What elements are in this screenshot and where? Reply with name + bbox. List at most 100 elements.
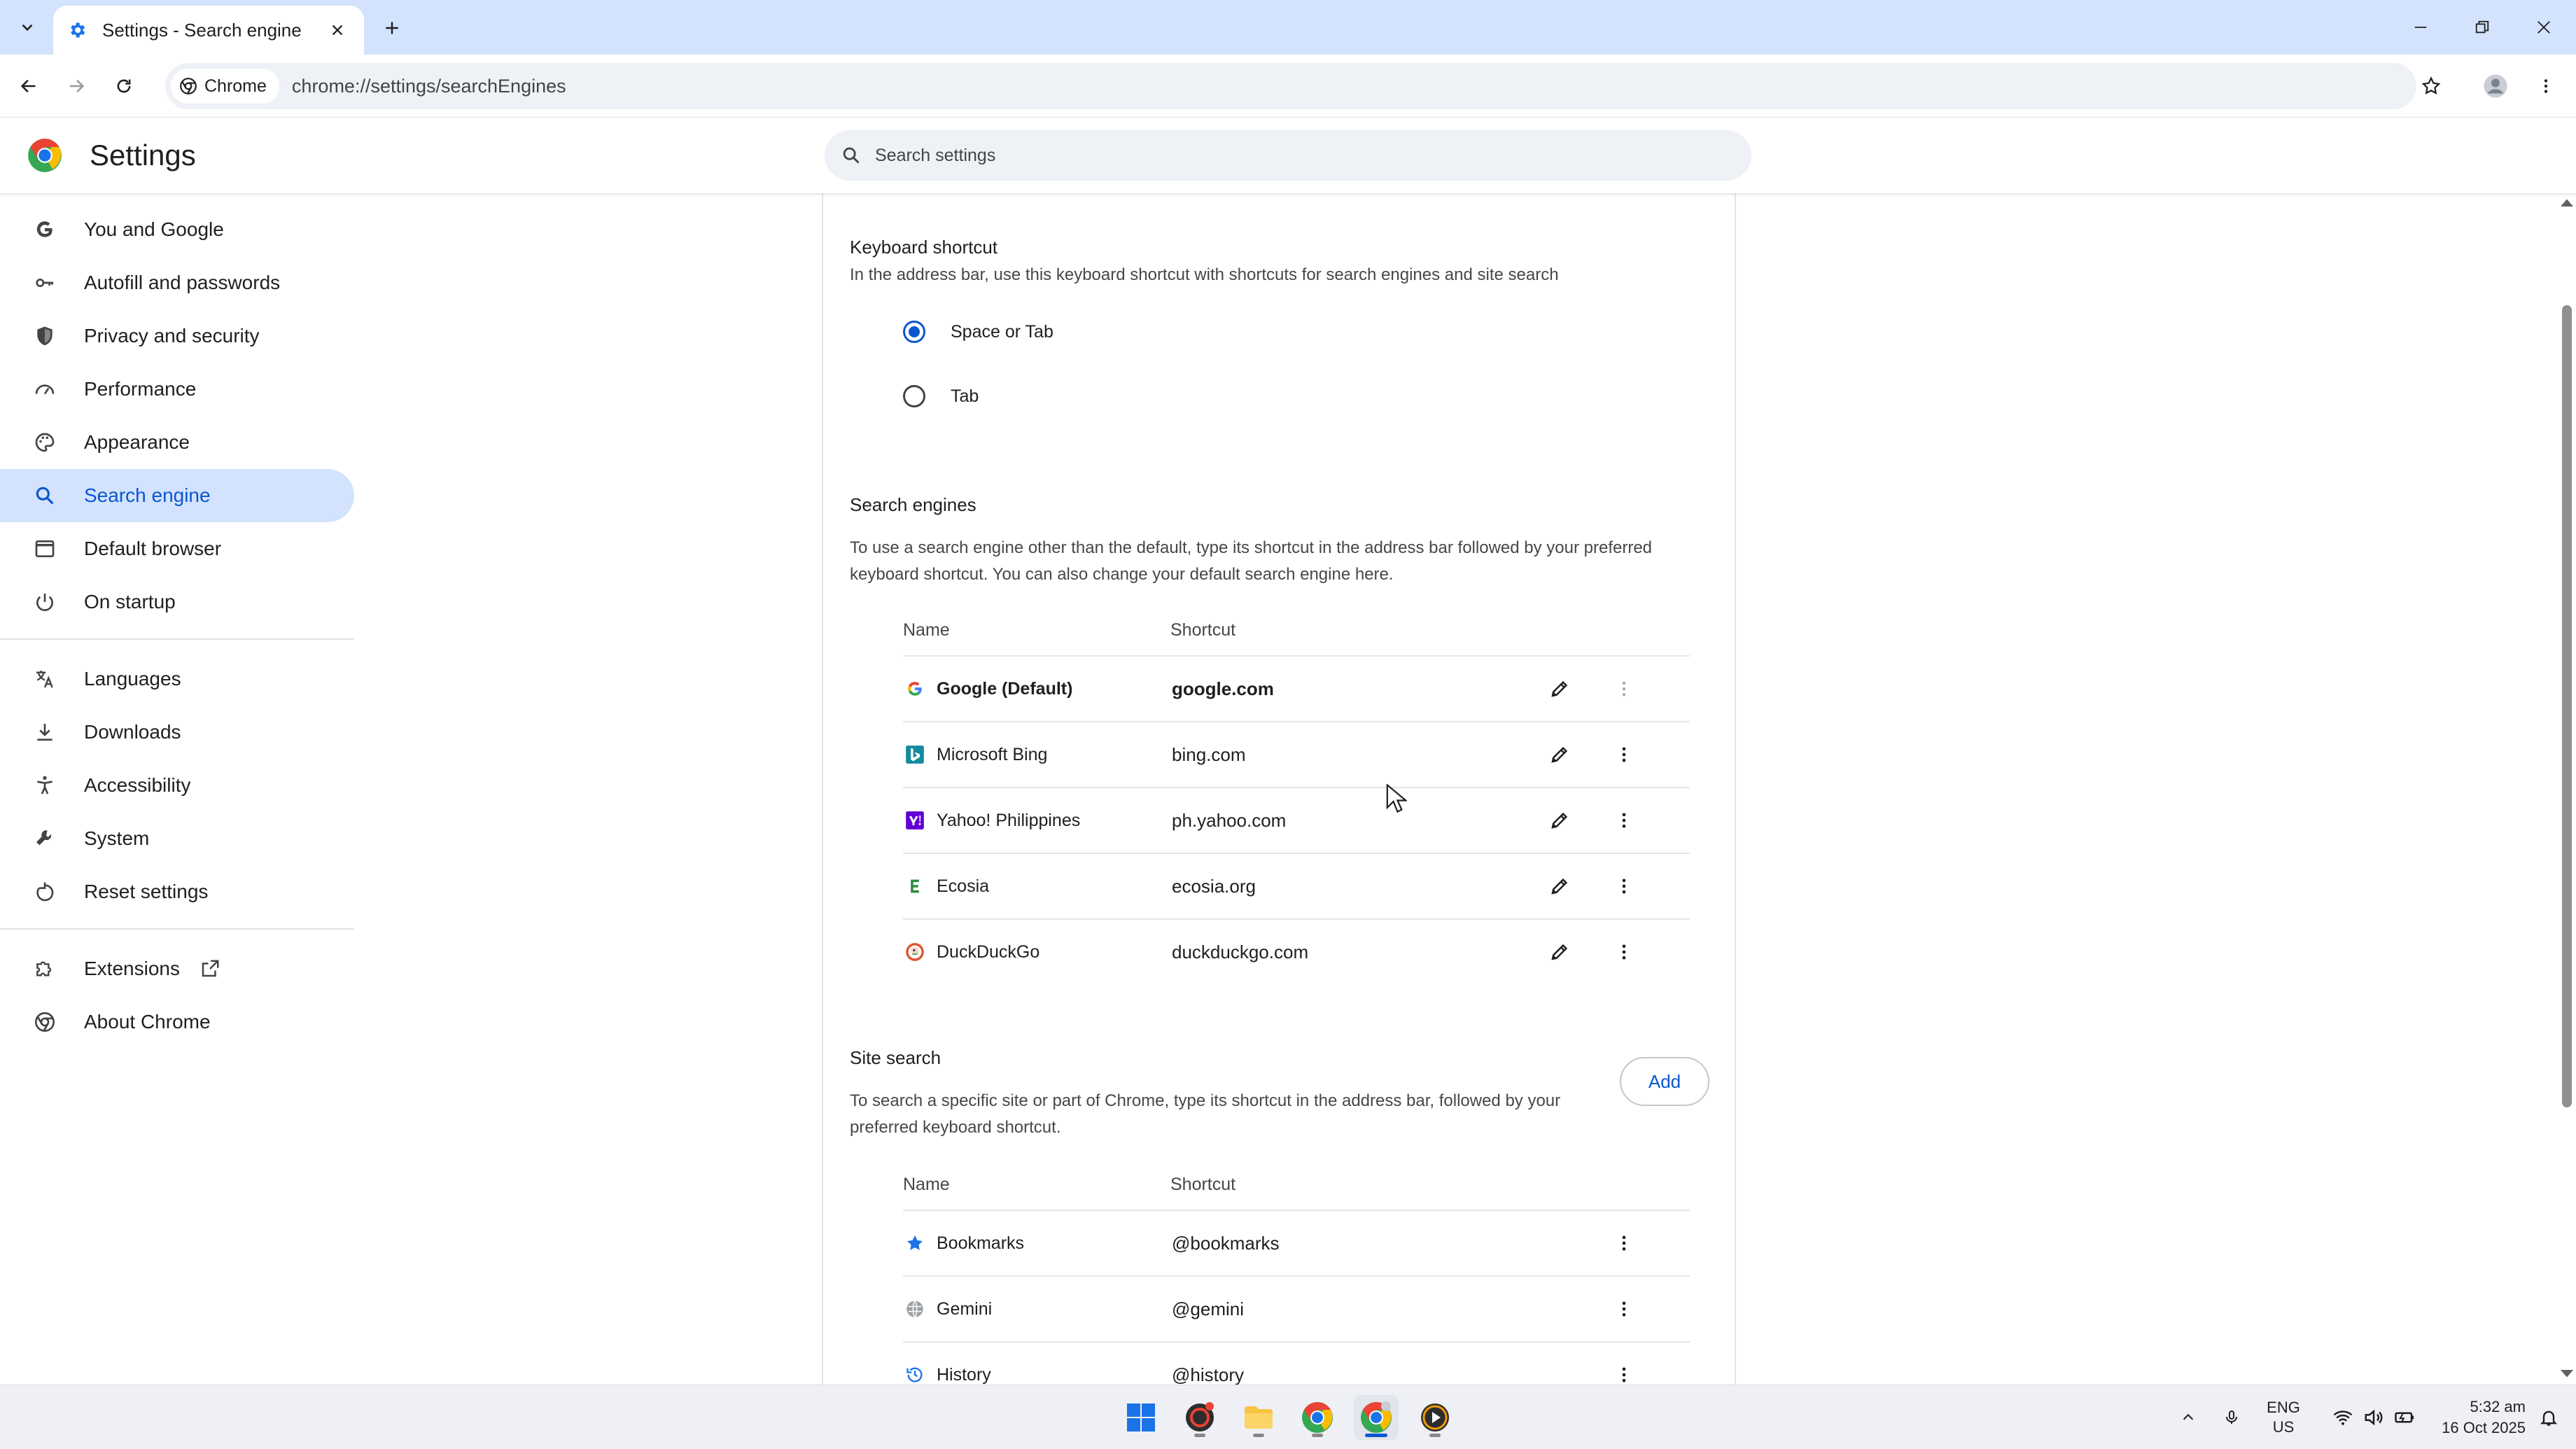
forward-button[interactable] [59, 69, 94, 104]
sidebar-item-you-and-google[interactable]: You and Google [0, 203, 354, 256]
scroll-down-icon[interactable] [2561, 1369, 2573, 1379]
taskbar-app-media-player[interactable] [1413, 1395, 1457, 1440]
download-icon [37, 724, 52, 741]
star-outline-icon [2421, 76, 2441, 94]
pencil-icon [1551, 812, 1568, 829]
keyboard-shortcut-description: In the address bar, use this keyboard sh… [850, 265, 1559, 284]
sidebar-item-downloads[interactable]: Downloads [0, 706, 354, 759]
keyboard-shortcut-title: Keyboard shortcut [850, 237, 998, 258]
show-hidden-icons-button[interactable] [2174, 1385, 2202, 1449]
input-language-button[interactable]: ENG US [2261, 1385, 2306, 1449]
more-actions-button[interactable] [1607, 1292, 1641, 1326]
puzzle-icon [36, 961, 52, 976]
profile-button[interactable] [2478, 69, 2513, 104]
tab-search-button[interactable] [10, 10, 45, 45]
yahoo-favicon [904, 810, 925, 831]
taskbar-app-chrome-active[interactable] [1354, 1395, 1399, 1440]
page-scrollbar[interactable] [2556, 193, 2576, 1385]
sidebar-item-system[interactable]: System [0, 812, 354, 865]
pencil-icon [1551, 680, 1568, 697]
table-row-gemini[interactable]: Gemini @gemini [903, 1275, 1690, 1341]
more-actions-button[interactable] [1607, 672, 1641, 706]
sidebar-item-extensions[interactable]: Extensions [0, 942, 354, 995]
column-header-name: Name [903, 620, 950, 640]
record-app-icon [1186, 1402, 1214, 1432]
browser-tab-settings[interactable]: Settings - Search engine [53, 6, 364, 55]
address-bar[interactable]: Chrome chrome://settings/searchEngines [165, 63, 2416, 109]
chrome-logo-icon [1302, 1402, 1333, 1433]
more-actions-button[interactable] [1607, 738, 1641, 771]
minimize-button[interactable] [2400, 10, 2442, 45]
url-text: chrome://settings/searchEngines [291, 75, 566, 97]
more-actions-button[interactable] [1607, 1226, 1641, 1260]
table-row-history[interactable]: History @history [903, 1341, 1690, 1385]
sidebar-item-search-engine[interactable]: Search engine [0, 469, 354, 522]
radio-button[interactable] [903, 385, 925, 407]
radio-option-space-or-tab[interactable]: Space or Tab [903, 321, 1054, 343]
sidebar-divider [0, 928, 354, 930]
edit-button[interactable] [1543, 738, 1576, 771]
battery-icon [2395, 1412, 2414, 1423]
sidebar-item-on-startup[interactable]: On startup [0, 575, 354, 629]
reload-button[interactable] [106, 69, 141, 104]
sidebar-item-default-browser[interactable]: Default browser [0, 522, 354, 575]
close-tab-button[interactable] [325, 18, 350, 43]
restore-button[interactable] [2461, 10, 2503, 45]
site-info-chip[interactable]: Chrome [171, 69, 279, 104]
engine-name: Ecosia [937, 876, 990, 896]
edit-button[interactable] [1543, 869, 1576, 903]
search-engines-title: Search engines [850, 494, 976, 515]
taskbar-app-recorder[interactable] [1177, 1395, 1222, 1440]
sidebar-item-performance[interactable]: Performance [0, 363, 354, 416]
more-actions-button[interactable] [1607, 804, 1641, 837]
table-row-bing[interactable]: Microsoft Bing bing.com [903, 721, 1690, 787]
notifications-button[interactable] [2531, 1385, 2566, 1449]
sidebar-item-appearance[interactable]: Appearance [0, 416, 354, 469]
table-row-duckduckgo[interactable]: DuckDuckGo duckduckgo.com [903, 918, 1690, 984]
radio-button-selected[interactable] [903, 321, 925, 343]
bookmark-star-button[interactable] [2414, 69, 2449, 104]
search-settings-input[interactable] [875, 145, 1645, 166]
sidebar-item-accessibility[interactable]: Accessibility [0, 759, 354, 812]
scroll-up-icon[interactable] [2561, 197, 2573, 207]
sidebar-item-label: Languages [84, 668, 181, 690]
back-button[interactable] [11, 69, 46, 104]
table-row-bookmarks[interactable]: Bookmarks @bookmarks [903, 1210, 1690, 1275]
search-settings-box[interactable] [825, 130, 1751, 181]
clock[interactable]: 5:32 am 16 Oct 2025 [2428, 1385, 2526, 1449]
start-button[interactable] [1119, 1395, 1163, 1440]
clock-date: 16 Oct 2025 [2442, 1419, 2526, 1436]
add-site-search-button[interactable]: Add [1620, 1057, 1709, 1106]
sidebar-item-label: About Chrome [84, 1011, 211, 1032]
engine-shortcut: bing.com [1172, 743, 1246, 765]
scrollbar-thumb[interactable] [2562, 305, 2572, 1107]
more-actions-button[interactable] [1607, 1358, 1641, 1385]
sidebar-item-about-chrome[interactable]: About Chrome [0, 995, 354, 1049]
site-search-name: Bookmarks [937, 1233, 1025, 1253]
table-row-google[interactable]: Google (Default) google.com [903, 655, 1690, 721]
more-actions-button[interactable] [1607, 935, 1641, 969]
table-row-yahoo[interactable]: Yahoo! Philippines ph.yahoo.com [903, 787, 1690, 853]
table-row-ecosia[interactable]: Ecosia ecosia.org [903, 853, 1690, 918]
new-tab-button[interactable] [375, 11, 409, 45]
radio-option-tab[interactable]: Tab [903, 385, 979, 407]
quick-settings-button[interactable] [2321, 1385, 2426, 1449]
sidebar-item-label: Privacy and security [84, 325, 260, 346]
sidebar-item-languages[interactable]: Languages [0, 652, 354, 706]
sidebar-item-privacy[interactable]: Privacy and security [0, 309, 354, 363]
sidebar-item-reset[interactable]: Reset settings [0, 865, 354, 918]
sidebar-item-autofill[interactable]: Autofill and passwords [0, 256, 354, 309]
more-actions-button[interactable] [1607, 869, 1641, 903]
edit-button[interactable] [1543, 672, 1576, 706]
taskbar-app-file-explorer[interactable] [1236, 1395, 1281, 1440]
microphone-button[interactable] [2218, 1385, 2246, 1449]
sidebar-item-label: Extensions [84, 958, 180, 979]
pencil-icon [1551, 878, 1568, 895]
edit-button[interactable] [1543, 804, 1576, 837]
edit-button[interactable] [1543, 935, 1576, 969]
chrome-menu-button[interactable] [2528, 69, 2563, 104]
running-indicator [1312, 1434, 1323, 1437]
close-window-button[interactable] [2523, 10, 2565, 45]
taskbar-app-chrome[interactable] [1295, 1395, 1340, 1440]
google-g-icon [36, 221, 52, 237]
